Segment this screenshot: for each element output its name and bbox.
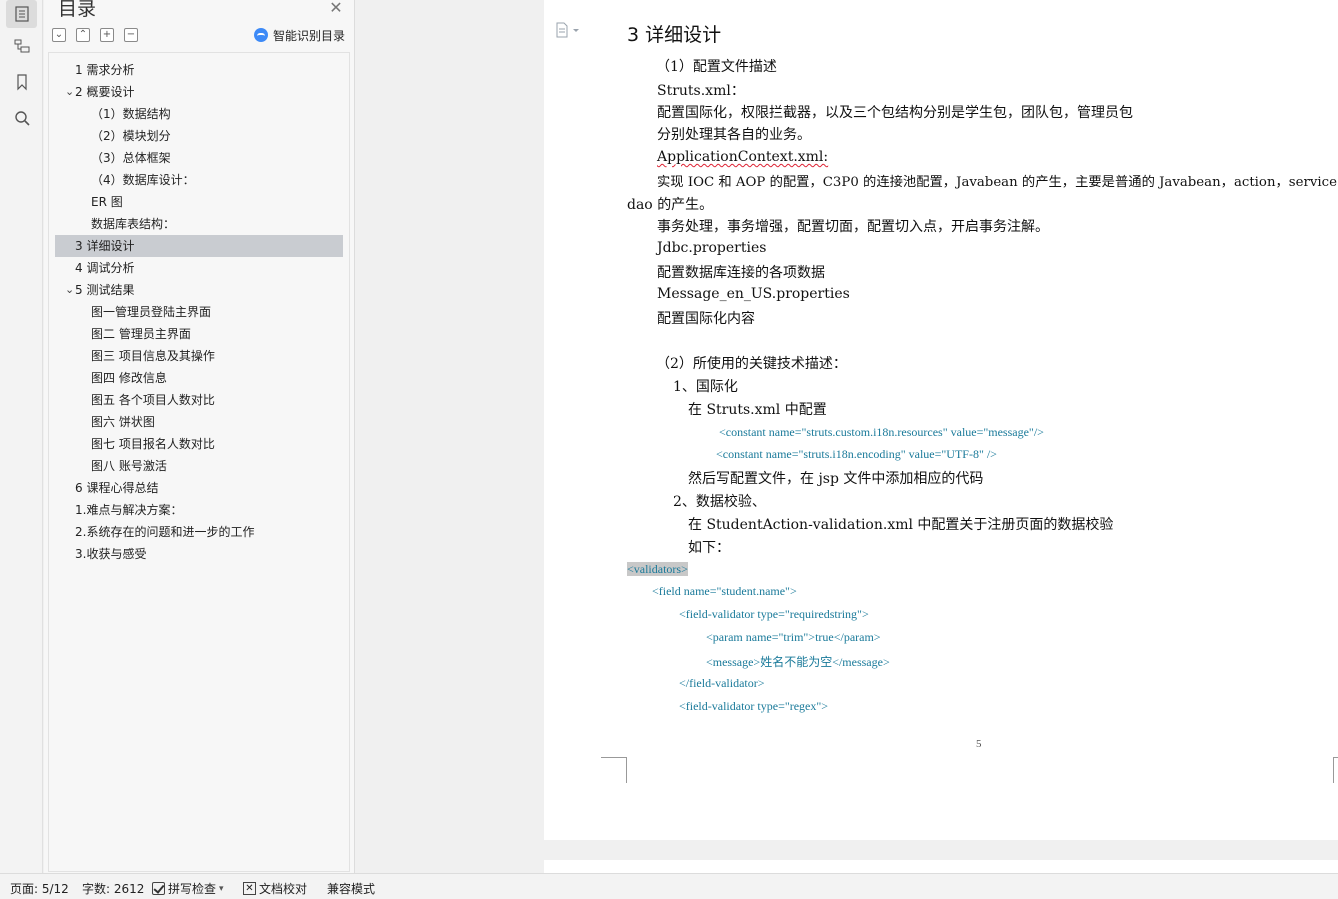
toc-panel: 目录 ✕ ⌄ ⌃ + − 智能识别目录 1 需求分析 ⌄ 2 概要设计 （1）数据… — [44, 0, 355, 873]
paragraph: Message_en_US.properties — [657, 286, 850, 302]
toc-title: 目录 — [58, 0, 97, 20]
crop-mark — [601, 757, 627, 783]
workspace-background — [356, 0, 544, 873]
paragraph: 在 StudentAction-validation.xml 中配置关于注册页面… — [688, 517, 1114, 533]
remove-heading-icon[interactable]: − — [124, 28, 138, 42]
paragraph: ApplicationContext.xml: — [657, 149, 829, 165]
toc-item[interactable]: ER 图 — [55, 191, 343, 213]
next-page — [544, 860, 1338, 873]
toc-list: 1 需求分析 ⌄ 2 概要设计 （1）数据结构 （2）模块划分 （3）总体框架 （… — [48, 52, 350, 872]
paragraph: 1、国际化 — [673, 379, 738, 395]
toc-item[interactable]: 数据库表结构： — [55, 213, 343, 235]
page-number: 5 — [976, 738, 982, 750]
document-options-icon[interactable] — [556, 22, 582, 38]
document-proofread-button[interactable]: ✕ 文档校对 — [243, 880, 307, 897]
code-line: </field-validator> — [679, 676, 765, 690]
toc-item[interactable]: 图六 饼状图 — [55, 411, 343, 433]
crop-mark — [1333, 757, 1338, 783]
smart-toc-label: 智能识别目录 — [273, 28, 346, 43]
paragraph: （1）配置文件描述 — [656, 59, 777, 75]
toc-item[interactable]: （2）模块划分 — [55, 125, 343, 147]
code-line: <validators> — [627, 562, 688, 576]
code-line: <field name="student.name"> — [652, 584, 797, 598]
paragraph: 然后写配置文件，在 jsp 文件中添加相应的代码 — [688, 471, 984, 487]
toc-item[interactable]: 1 需求分析 — [55, 59, 343, 81]
status-bar: 页面: 5/12 字数: 2612 拼写检查 ▾ ✕ 文档校对 兼容模式 — [0, 873, 1338, 899]
smart-recognize-icon — [254, 28, 268, 42]
code-line: <field-validator type="requiredstring"> — [679, 607, 869, 621]
navigation-tree-icon[interactable] — [6, 32, 37, 60]
paragraph: 配置数据库连接的各项数据 — [657, 265, 825, 281]
toc-item-active[interactable]: 3 详细设计 — [55, 235, 343, 257]
paragraph: dao 的产生。 — [627, 197, 714, 213]
paragraph: 在 Struts.xml 中配置 — [688, 402, 827, 418]
code-line: <param name="trim">true</param> — [706, 630, 881, 644]
toc-item[interactable]: 3.收获与感受 — [55, 543, 343, 565]
toc-item[interactable]: 6 课程心得总结 — [55, 477, 343, 499]
paragraph: 事务处理，事务增强，配置切面，配置切入点，开启事务注解。 — [657, 219, 1049, 235]
paragraph: 分别处理其各自的业务。 — [657, 127, 811, 143]
chevron-down-icon[interactable]: ⌄ — [65, 279, 74, 301]
toc-item[interactable]: 4 调试分析 — [55, 257, 343, 279]
toc-item[interactable]: 2.系统存在的问题和进一步的工作 — [55, 521, 343, 543]
paragraph: 配置国际化内容 — [657, 311, 755, 327]
paragraph: 2、数据校验、 — [673, 494, 766, 510]
code-line: <constant name="struts.i18n.encoding" va… — [716, 447, 997, 461]
toc-icon[interactable] — [6, 0, 37, 28]
toc-item[interactable]: 图三 项目信息及其操作 — [55, 345, 343, 367]
toc-toolbar: ⌄ ⌃ + − — [52, 28, 138, 42]
toc-item[interactable]: （3）总体框架 — [55, 147, 343, 169]
word-count[interactable]: 字数: 2612 — [82, 880, 144, 897]
close-icon[interactable]: ✕ — [328, 0, 344, 16]
paragraph: 实现 IOC 和 AOP 的配置，C3P0 的连接池配置，Javabean 的产… — [657, 175, 1338, 190]
paragraph: 如下： — [688, 540, 730, 556]
spell-check-button[interactable]: 拼写检查 ▾ — [152, 880, 224, 897]
toc-item[interactable]: （4）数据库设计： — [55, 169, 343, 191]
expand-all-icon[interactable]: ⌄ — [52, 28, 66, 42]
chevron-down-icon[interactable]: ⌄ — [65, 81, 74, 103]
smart-toc-button[interactable]: 智能识别目录 — [254, 26, 345, 44]
paragraph: 配置国际化，权限拦截器，以及三个包结构分别是学生包，团队包，管理员包 — [657, 105, 1133, 121]
code-line: <constant name="struts.custom.i18n.resou… — [719, 425, 1044, 439]
toc-item[interactable]: 图一管理员登陆主界面 — [55, 301, 343, 323]
code-line: <message>姓名不能为空</message> — [706, 655, 890, 669]
page-heading: 3 详细设计 — [627, 24, 722, 46]
add-heading-icon[interactable]: + — [100, 28, 114, 42]
toc-item[interactable]: 图二 管理员主界面 — [55, 323, 343, 345]
bookmark-icon[interactable] — [6, 68, 37, 96]
page-indicator[interactable]: 页面: 5/12 — [10, 880, 69, 897]
search-icon[interactable] — [6, 104, 37, 132]
toc-item[interactable]: 图七 项目报名人数对比 — [55, 433, 343, 455]
paragraph: （2）所使用的关键技术描述： — [656, 356, 847, 372]
toc-item[interactable]: 图八 账号激活 — [55, 455, 343, 477]
toc-item[interactable]: ⌄ 5 测试结果 — [55, 279, 343, 301]
toc-item[interactable]: （1）数据结构 — [55, 103, 343, 125]
code-line: <field-validator type="regex"> — [679, 699, 829, 713]
toc-item[interactable]: 图五 各个项目人数对比 — [55, 389, 343, 411]
paragraph: Struts.xml： — [657, 83, 745, 99]
toc-item[interactable]: 1.难点与解决方案： — [55, 499, 343, 521]
left-icon-rail — [0, 0, 43, 873]
compat-mode-label: 兼容模式 — [327, 882, 376, 896]
checkbox-icon — [152, 882, 165, 895]
collapse-all-icon[interactable]: ⌃ — [76, 28, 90, 42]
proofread-icon: ✕ — [243, 882, 256, 895]
toc-item[interactable]: ⌄ 2 概要设计 — [55, 81, 343, 103]
paragraph: Jdbc.properties — [657, 240, 767, 256]
toc-item[interactable]: 图四 修改信息 — [55, 367, 343, 389]
dropdown-arrow-icon[interactable]: ▾ — [219, 884, 224, 894]
